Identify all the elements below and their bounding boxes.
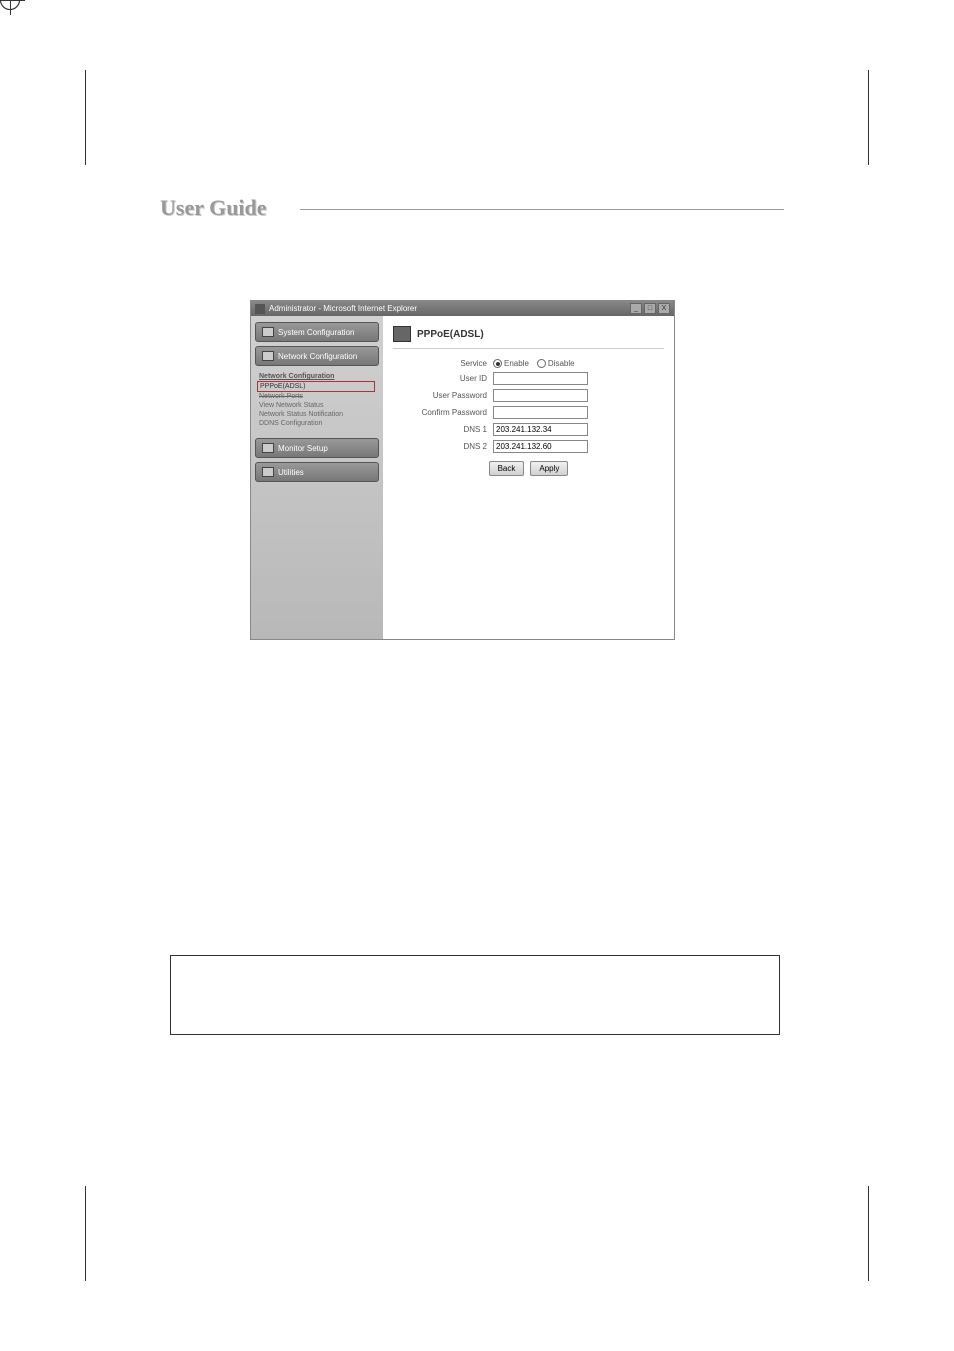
nav-network-configuration[interactable]: Network Configuration — [255, 346, 379, 366]
service-row: Service Enable Disable — [393, 359, 664, 368]
nav-label: Monitor Setup — [278, 444, 328, 453]
app-body: System Configuration Network Configurati… — [251, 316, 674, 639]
network-config-icon — [262, 351, 274, 361]
nav-label: Utilities — [278, 468, 304, 477]
dns2-row: DNS 2 — [393, 440, 664, 453]
submenu-pppoe[interactable]: PPPoE(ADSL) — [257, 381, 375, 392]
disable-label: Disable — [548, 359, 575, 368]
window-title: Administrator - Microsoft Internet Explo… — [269, 304, 630, 313]
user-password-input[interactable] — [493, 389, 588, 402]
content-header: PPPoE(ADSL) — [393, 326, 664, 349]
page-header: User Guide — [160, 195, 784, 221]
content-box — [170, 955, 780, 1035]
service-enable-option[interactable]: Enable — [493, 359, 529, 368]
user-id-input[interactable] — [493, 372, 588, 385]
confirm-password-row: Confirm Password — [393, 406, 664, 419]
confirm-password-input[interactable] — [493, 406, 588, 419]
dns1-input[interactable] — [493, 423, 588, 436]
sidebar-submenu: Network Configuration PPPoE(ADSL) Networ… — [255, 370, 379, 430]
nav-system-configuration[interactable]: System Configuration — [255, 322, 379, 342]
submenu-header: Network Configuration — [259, 372, 375, 381]
network-icon — [393, 326, 411, 342]
nav-label: System Configuration — [278, 328, 354, 337]
app-icon — [255, 304, 265, 314]
header-divider — [300, 209, 784, 210]
enable-label: Enable — [504, 359, 529, 368]
minimize-button[interactable]: _ — [630, 303, 642, 314]
system-config-icon — [262, 327, 274, 337]
edge-line — [868, 1186, 869, 1281]
utilities-icon — [262, 467, 274, 477]
dns1-label: DNS 1 — [393, 425, 493, 434]
screenshot-window: Administrator - Microsoft Internet Explo… — [250, 300, 675, 640]
dns2-label: DNS 2 — [393, 442, 493, 451]
submenu-network-ports[interactable]: Network Ports — [259, 392, 375, 401]
submenu-view-network-status[interactable]: View Network Status — [259, 401, 375, 410]
content-title: PPPoE(ADSL) — [417, 329, 484, 340]
radio-icon — [493, 359, 502, 368]
close-button[interactable]: X — [658, 303, 670, 314]
apply-button[interactable]: Apply — [530, 461, 568, 476]
user-id-row: User ID — [393, 372, 664, 385]
monitor-setup-icon — [262, 443, 274, 453]
user-password-label: User Password — [393, 391, 493, 400]
service-label: Service — [393, 359, 493, 368]
action-button-row: Back Apply — [393, 461, 664, 476]
guide-title: User Guide — [160, 195, 277, 221]
user-id-label: User ID — [393, 374, 493, 383]
content-area: PPPoE(ADSL) Service Enable Disable User … — [383, 316, 674, 639]
radio-icon — [537, 359, 546, 368]
window-titlebar: Administrator - Microsoft Internet Explo… — [251, 301, 674, 316]
user-password-row: User Password — [393, 389, 664, 402]
edge-line — [85, 70, 86, 165]
nav-monitor-setup[interactable]: Monitor Setup — [255, 438, 379, 458]
confirm-password-label: Confirm Password — [393, 408, 493, 417]
submenu-ddns-configuration[interactable]: DDNS Configuration — [259, 419, 375, 428]
service-disable-option[interactable]: Disable — [537, 359, 575, 368]
edge-line — [868, 70, 869, 165]
nav-utilities[interactable]: Utilities — [255, 462, 379, 482]
nav-label: Network Configuration — [278, 352, 357, 361]
sidebar: System Configuration Network Configurati… — [251, 316, 383, 639]
window-controls: _ □ X — [630, 303, 670, 314]
maximize-button[interactable]: □ — [644, 303, 656, 314]
service-radio-group: Enable Disable — [493, 359, 664, 368]
back-button[interactable]: Back — [489, 461, 525, 476]
dns1-row: DNS 1 — [393, 423, 664, 436]
dns2-input[interactable] — [493, 440, 588, 453]
edge-line — [85, 1186, 86, 1281]
submenu-network-status-notification[interactable]: Network Status Notification — [259, 410, 375, 419]
